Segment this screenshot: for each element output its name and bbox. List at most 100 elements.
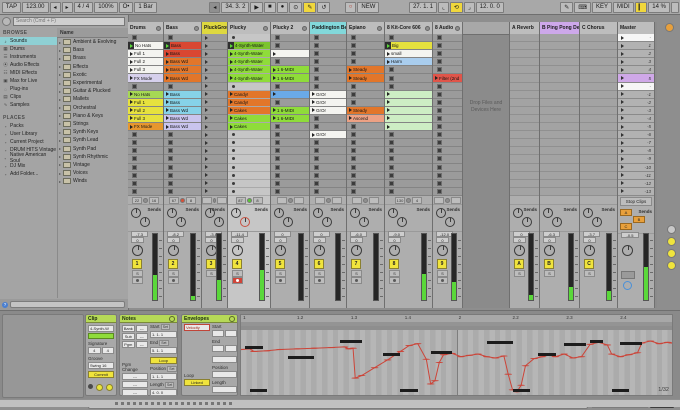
solo-button[interactable]: S: [389, 270, 400, 277]
clip-slot[interactable]: [385, 155, 432, 164]
clip[interactable]: No Hats: [128, 42, 163, 50]
clip-slot[interactable]: [385, 114, 432, 124]
track-activator-button[interactable]: 2: [168, 259, 178, 269]
io-channel-field[interactable]: 8: [186, 196, 196, 204]
clip[interactable]: GrOr: [310, 90, 346, 98]
envelope-canvas[interactable]: 1/32: [241, 330, 672, 395]
quantization-menu[interactable]: 1 Bar: [134, 1, 157, 13]
clip[interactable]: Full 2: [128, 58, 163, 66]
clip-slot[interactable]: [202, 179, 227, 188]
clip-slot[interactable]: Candy!: [228, 98, 270, 107]
clip-slot[interactable]: [128, 179, 163, 188]
clip-slot[interactable]: [228, 139, 270, 148]
nudge-up-button[interactable]: ▸: [61, 1, 73, 13]
clip-slot[interactable]: 4-Synth-Water: [228, 58, 270, 67]
clip[interactable]: [385, 123, 432, 131]
clip[interactable]: Steady: [347, 74, 384, 82]
clip-slot[interactable]: [347, 123, 384, 132]
scene-slot[interactable]: 1: [618, 42, 654, 51]
clip-slot[interactable]: [347, 90, 384, 99]
midi-note[interactable]: [512, 388, 530, 392]
env-mid-value[interactable]: [212, 356, 237, 363]
track-activator-button[interactable]: A: [514, 259, 524, 269]
browser-hscroll-bar[interactable]: [10, 301, 125, 308]
clip-slot[interactable]: [385, 187, 432, 196]
sub-bank-value[interactable]: ---: [135, 333, 148, 340]
send-b-knob[interactable]: [240, 217, 250, 227]
clip-slot[interactable]: [202, 66, 227, 75]
start-set-button[interactable]: Set: [160, 324, 171, 330]
clip-slot[interactable]: [271, 82, 309, 91]
clip-slot[interactable]: [271, 34, 309, 43]
envelope-device-chooser[interactable]: Velocity: [184, 324, 210, 331]
scene-slot[interactable]: -12: [618, 179, 654, 188]
clip-slot[interactable]: [433, 147, 462, 156]
folder-row[interactable]: ▸ Guitar & Plucked: [57, 87, 128, 95]
solo-button[interactable]: S: [232, 270, 243, 277]
master-volume-field[interactable]: -0.5: [621, 232, 639, 238]
clip-slot[interactable]: [347, 98, 384, 107]
places-item-current-project[interactable]: ▫ Current Project: [0, 138, 57, 146]
clip-slot[interactable]: [202, 155, 227, 164]
clip[interactable]: Bass: [164, 50, 201, 58]
clip-slot[interactable]: [310, 34, 346, 43]
clip-slot[interactable]: [128, 155, 163, 164]
clip-slot[interactable]: [202, 74, 227, 83]
clip-slot[interactable]: [310, 147, 346, 156]
clip-slot[interactable]: [128, 139, 163, 148]
clip-slot[interactable]: [385, 66, 432, 75]
clip-slot[interactable]: [385, 98, 432, 107]
folder-row[interactable]: ▸ Synth Keys: [57, 128, 128, 136]
clip[interactable]: 4-Synth-Water: [228, 58, 270, 66]
clip-slot[interactable]: [164, 171, 201, 180]
arm-button[interactable]: [275, 277, 286, 284]
folder-row[interactable]: ▸ Brass: [57, 54, 128, 62]
folder-row[interactable]: ▸ Exotic: [57, 71, 128, 79]
clip-slot[interactable]: [164, 82, 201, 91]
clip[interactable]: No Hats: [128, 90, 163, 98]
midi-note[interactable]: [564, 343, 586, 346]
sends-section-toggle[interactable]: [667, 237, 676, 246]
solo-button[interactable]: S: [437, 270, 448, 277]
pan-knob[interactable]: [275, 245, 286, 256]
env-length-value[interactable]: [212, 386, 237, 393]
folder-row[interactable]: ▸ Mallets: [57, 95, 128, 103]
clip-slot[interactable]: [310, 74, 346, 83]
clip-slot[interactable]: [347, 50, 384, 59]
clip-slot[interactable]: [164, 34, 201, 43]
send-b-knob[interactable]: [176, 217, 186, 227]
clip-slot[interactable]: [228, 179, 270, 188]
arm-button[interactable]: [132, 277, 143, 284]
clip[interactable]: Bass: [164, 98, 201, 106]
automation-arm-button[interactable]: ✎: [303, 1, 317, 13]
clip-slot[interactable]: Bass Wd: [164, 114, 201, 124]
clip-slot[interactable]: [202, 90, 227, 99]
track-activator-button[interactable]: 9: [437, 259, 447, 269]
clip-slot[interactable]: Cakes: [228, 123, 270, 132]
clip-slot[interactable]: No Hats: [128, 42, 163, 51]
nudge-down-button[interactable]: ◂: [49, 1, 61, 13]
clip-slot[interactable]: [271, 139, 309, 148]
clip-slot[interactable]: 1 6-MIDI: [271, 106, 309, 115]
clip-slot[interactable]: Full 2: [128, 106, 163, 115]
midi-note[interactable]: [590, 339, 604, 343]
clip-slot[interactable]: [271, 98, 309, 107]
clip-slot[interactable]: [128, 147, 163, 156]
midi-note[interactable]: [383, 353, 401, 357]
solo-button[interactable]: S: [132, 270, 143, 277]
time-signature-field[interactable]: 4 / 4: [73, 1, 94, 13]
clip[interactable]: [271, 90, 309, 98]
send-b-knob[interactable]: [283, 217, 293, 227]
follow-button[interactable]: ◂: [209, 1, 221, 13]
midi-note[interactable]: [538, 353, 556, 357]
gain-field[interactable]: 0: [583, 237, 596, 243]
clip-slot[interactable]: [310, 187, 346, 196]
clip-slot[interactable]: [202, 163, 227, 172]
arm-button[interactable]: [389, 277, 400, 284]
scene-slot[interactable]: -2: [618, 98, 654, 107]
midi-note[interactable]: [400, 388, 418, 392]
folder-row[interactable]: ▸ Orchestral: [57, 104, 128, 112]
clip-slot[interactable]: [433, 114, 462, 124]
clip-slot[interactable]: [271, 163, 309, 172]
groove-chooser[interactable]: Swing 16: [88, 362, 114, 369]
